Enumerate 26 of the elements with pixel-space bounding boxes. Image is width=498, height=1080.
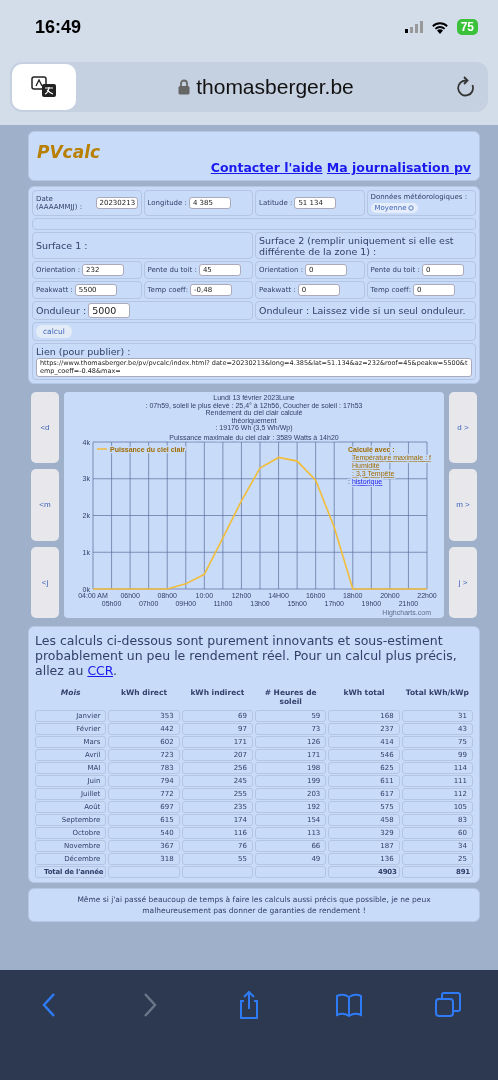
nav-button[interactable]: <m xyxy=(31,469,59,541)
wifi-icon xyxy=(430,20,449,34)
field-label: Lien (pour publier) : xyxy=(36,346,132,357)
battery-level: 75 xyxy=(456,19,478,35)
field-label: Onduleur : xyxy=(36,305,87,316)
section-title: Surface 2 (remplir uniquement si elle est différente de la zone 1) : xyxy=(259,234,455,257)
tabs-icon[interactable] xyxy=(433,990,464,1020)
nav-button[interactable]: j > xyxy=(449,546,477,618)
nav-link[interactable]: Ma journalisation pv xyxy=(326,160,471,175)
lock-icon xyxy=(178,79,191,95)
dropdown-icon xyxy=(408,205,415,211)
nav-button[interactable]: <j xyxy=(31,546,59,618)
translate-button[interactable] xyxy=(12,64,76,110)
nav-link[interactable]: Contacter l'aide xyxy=(210,160,323,175)
translate-icon xyxy=(30,75,58,99)
section-title: Surface 1 : xyxy=(36,240,88,251)
signal-icon xyxy=(404,21,423,33)
nav-button[interactable]: d > xyxy=(449,392,477,464)
nav-button[interactable]: m > xyxy=(449,469,477,541)
reload-icon[interactable] xyxy=(456,76,476,98)
nav-button[interactable]: <d xyxy=(31,392,59,464)
field-label: Onduleur : Laissez vide si un seul onduleur. xyxy=(259,305,466,316)
input-field[interactable]: 5000 xyxy=(88,303,131,318)
clock: 16:49 xyxy=(35,16,83,38)
intro-paragraph: Les calculs ci-dessous sont purement innovants et sous-estiment probablement un peu le rendement réel. Pour un calcul plus précis, allez au CCR. xyxy=(35,633,458,678)
url-text[interactable]: thomasberger.be xyxy=(196,75,354,99)
